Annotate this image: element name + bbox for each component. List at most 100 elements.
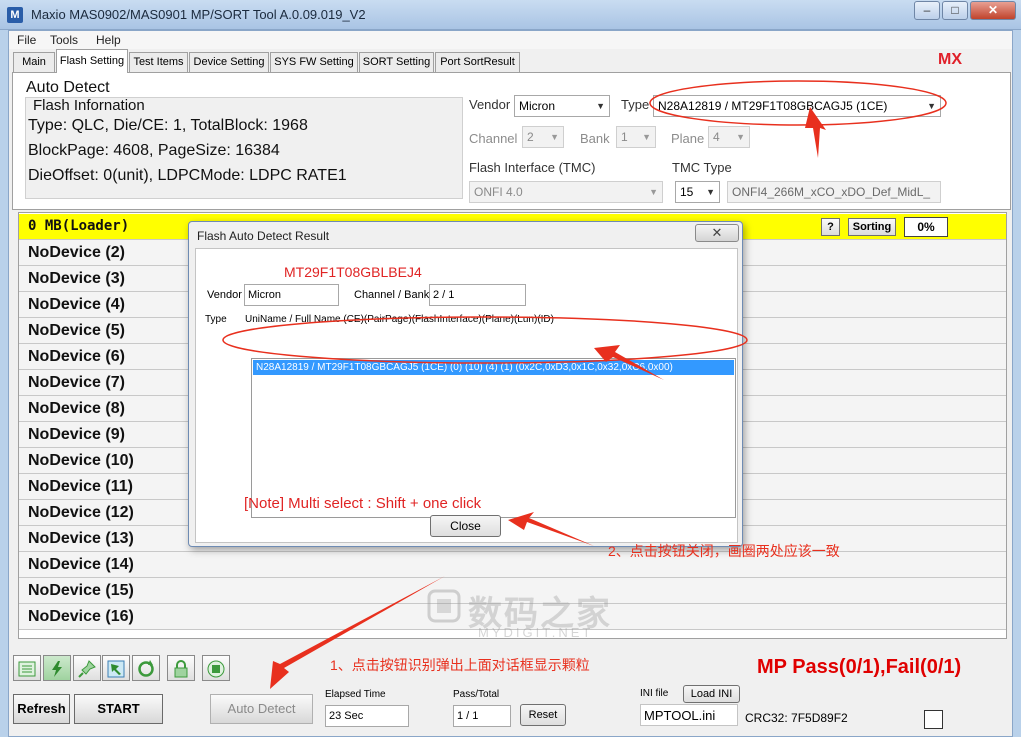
annotation-close-note: 2、点击按钮关闭，画圈两处应该一致 <box>608 543 840 559</box>
plane-value: 4 <box>713 130 720 144</box>
device-row-label: NoDevice (10) <box>28 452 134 469</box>
tmc-description-value: ONFI4_266M_xCO_xDO_Def_MidL_ <box>732 185 931 199</box>
dialog-type-header: UniName / Full Name (CE)(PairPage)(Flash… <box>245 314 554 325</box>
flash-info-line: Type: QLC, Die/CE: 1, TotalBlock: 1968 <box>28 117 308 134</box>
crc-value: CRC32: 7F5D89F2 <box>745 711 848 725</box>
annotation-detect-note: 1、点击按钮识别弹出上面对话框显示颗粒 <box>330 657 590 673</box>
help-button[interactable]: ? <box>821 218 840 236</box>
auto-detect-group-title: Auto Detect <box>26 79 110 96</box>
flash-type-listbox[interactable]: N28A12819 / MT29F1T08GBCAGJ5 (1CE) (0) (… <box>251 358 736 518</box>
dialog-close-button[interactable]: Close <box>430 515 501 537</box>
dialog-channel-bank-field[interactable]: 2 / 1 <box>429 284 526 306</box>
plane-label: Plane <box>671 131 705 146</box>
vendor-value: Micron <box>519 99 556 113</box>
list-icon[interactable] <box>13 655 41 681</box>
dialog-close-x-button[interactable]: ✕ <box>695 224 739 242</box>
device-row-label: NoDevice (4) <box>28 296 125 313</box>
menu-file[interactable]: File <box>17 33 36 47</box>
channel-select[interactable]: 2 ▼ <box>522 126 564 148</box>
chevron-down-icon: ▼ <box>736 132 745 142</box>
elapsed-time-label: Elapsed Time <box>325 689 386 700</box>
multi-select-note: [Note] Multi select : Shift + one click <box>244 495 482 512</box>
window-title: Maxio MAS0902/MAS0901 MP/SORT Tool A.0.0… <box>31 7 366 22</box>
close-window-button[interactable]: ✕ <box>970 1 1016 20</box>
elapsed-time-field: 23 Sec <box>325 705 409 727</box>
device-row-label: NoDevice (2) <box>28 244 125 261</box>
app-icon: M <box>7 7 23 23</box>
bank-value: 1 <box>621 130 628 144</box>
status-checkbox[interactable] <box>924 710 943 729</box>
menu-bar <box>9 31 1012 49</box>
pass-total-field: 1 / 1 <box>453 705 511 727</box>
refresh-button[interactable]: Refresh <box>13 694 70 724</box>
type-select[interactable]: N28A12819 / MT29F1T08GBCAGJ5 (1CE) ▼ <box>653 95 941 117</box>
refresh-icon[interactable] <box>132 655 160 681</box>
device-row-label: NoDevice (7) <box>28 374 125 391</box>
maximize-button[interactable]: □ <box>942 1 968 20</box>
tab-test-items[interactable]: Test Items <box>129 52 188 72</box>
arrow-icon[interactable] <box>102 655 130 681</box>
device-row-label: NoDevice (3) <box>28 270 125 287</box>
pin-icon[interactable] <box>73 655 101 681</box>
type-value: N28A12819 / MT29F1T08GBCAGJ5 (1CE) <box>658 99 888 113</box>
pass-total-label: Pass/Total <box>453 689 500 700</box>
tmc-type-value: 15 <box>680 185 694 199</box>
bank-select[interactable]: 1 ▼ <box>616 126 656 148</box>
start-button[interactable]: START <box>74 694 163 724</box>
type-label: Type <box>621 97 650 112</box>
flash-information-title: Flash Infornation <box>33 97 145 114</box>
reset-button[interactable]: Reset <box>520 704 566 726</box>
load-ini-button[interactable]: Load INI <box>683 685 740 703</box>
device-row-label: NoDevice (11) <box>28 478 133 495</box>
watermark-subtext: MYDIGIT.NET <box>478 625 594 640</box>
tmc-type-label: TMC Type <box>672 160 732 175</box>
menu-help[interactable]: Help <box>96 33 121 47</box>
flash-icon[interactable] <box>43 655 71 681</box>
stop-icon[interactable] <box>202 655 230 681</box>
chevron-down-icon: ▼ <box>642 132 651 142</box>
dialog-type-label: Type <box>205 314 227 325</box>
flash-auto-detect-dialog: Flash Auto Detect Result ✕ MT29F1T08GBLB… <box>188 221 743 547</box>
flash-info-line: DieOffset: 0(unit), LDPCMode: LDPC RATE1 <box>28 167 347 184</box>
tab-sys-fw-setting[interactable]: SYS FW Setting <box>270 52 358 72</box>
chevron-down-icon: ▼ <box>596 101 605 111</box>
dialog-vendor-field[interactable]: Micron <box>244 284 339 306</box>
lock-icon[interactable] <box>167 655 195 681</box>
device-row-label: NoDevice (13) <box>28 530 134 547</box>
tab-main[interactable]: Main <box>13 52 55 72</box>
device-row-label: NoDevice (9) <box>28 426 125 443</box>
tab-device-setting[interactable]: Device Setting <box>189 52 269 72</box>
dialog-body: MT29F1T08GBLBEJ4 Vendor Micron Channel /… <box>195 248 738 543</box>
chevron-down-icon: ▼ <box>649 187 658 197</box>
vendor-label: Vendor <box>469 97 511 112</box>
channel-value: 2 <box>527 130 534 144</box>
chevron-down-icon: ▼ <box>706 187 715 197</box>
chevron-down-icon: ▼ <box>550 132 559 142</box>
minimize-button[interactable]: ‒ <box>914 1 940 20</box>
sorting-button[interactable]: Sorting <box>848 218 896 236</box>
tab-sort-setting[interactable]: SORT Setting <box>359 52 434 72</box>
channel-label: Channel <box>469 131 518 146</box>
flash-interface-value: ONFI 4.0 <box>474 185 523 199</box>
auto-detect-button[interactable]: Auto Detect <box>210 694 313 724</box>
device-row[interactable]: NoDevice (14) <box>19 552 1006 578</box>
vendor-select[interactable]: Micron ▼ <box>514 95 610 117</box>
device-row-label: NoDevice (12) <box>28 504 134 521</box>
device-row-label: 0 MB(Loader) <box>28 218 130 234</box>
device-row-label: NoDevice (5) <box>28 322 125 339</box>
list-item[interactable]: N28A12819 / MT29F1T08GBCAGJ5 (1CE) (0) (… <box>253 360 734 375</box>
tmc-type-select[interactable]: 15 ▼ <box>675 181 720 203</box>
menu-tools[interactable]: Tools <box>50 33 78 47</box>
dialog-title: Flash Auto Detect Result <box>197 229 330 243</box>
watermark-logo-icon <box>427 589 461 623</box>
tmc-description-field: ONFI4_266M_xCO_xDO_Def_MidL_ <box>727 181 941 203</box>
chevron-down-icon: ▼ <box>927 101 936 111</box>
mp-status: MP Pass(0/1),Fail(0/1) <box>757 656 962 678</box>
device-row-label: NoDevice (14) <box>28 556 134 573</box>
tab-port-sortresult[interactable]: Port SortResult <box>435 52 520 72</box>
flash-interface-select[interactable]: ONFI 4.0 ▼ <box>469 181 663 203</box>
tab-flash-setting[interactable]: Flash Setting <box>56 49 128 73</box>
device-row-label: NoDevice (8) <box>28 400 125 417</box>
plane-select[interactable]: 4 ▼ <box>708 126 750 148</box>
flash-interface-label: Flash Interface (TMC) <box>469 160 596 175</box>
